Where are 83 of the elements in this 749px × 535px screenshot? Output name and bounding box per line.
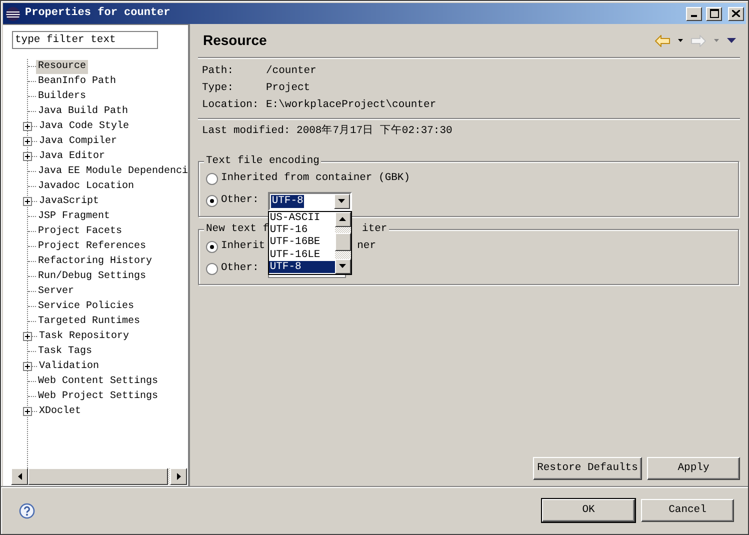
app-logo-icon [5,6,21,22]
last-modified-text: Last modified: 2008年7月17日 下午02:37:30 [201,124,454,139]
tree-item[interactable]: Validation [37,360,102,374]
scroll-left-button[interactable] [11,468,28,485]
radio-label: Inherited from container (GBK) [221,171,410,186]
down-arrow-icon [339,264,346,268]
expand-icon[interactable] [23,407,32,416]
radio-label: Inherit [221,239,266,254]
field-label: Path: [202,64,235,79]
ok-button[interactable]: OK [542,499,635,522]
left-arrow-icon [18,473,22,480]
field-value: E:\workplaceProject\counter [266,98,436,113]
close-button[interactable] [728,6,744,20]
close-icon [732,10,740,17]
dropdown-option[interactable]: UTF-16LE [268,248,335,262]
view-menu-icon[interactable] [727,38,736,43]
tree-item[interactable]: Project Facets [36,224,124,238]
scrollbar-thumb[interactable] [334,232,351,250]
tree-item[interactable]: Builders [36,90,88,104]
filter-field[interactable]: type filter text [12,31,158,49]
expand-icon[interactable] [23,122,32,131]
dropdown-option[interactable]: UTF-16 [268,224,335,236]
help-icon[interactable] [19,502,35,518]
tree-item[interactable]: BeanInfo Path [36,74,118,88]
tree-item[interactable]: Server [36,284,76,298]
maximize-icon [710,9,718,18]
tree-item[interactable]: Javadoc Location [36,180,136,194]
tree-item[interactable]: JSP Fragment [36,210,112,224]
tree-item[interactable]: Resource [36,60,88,74]
expand-icon[interactable] [23,137,32,146]
radio-label: Other: [221,261,259,276]
group-title: iter [362,222,388,236]
group-title: New text f [206,222,270,236]
tree-item[interactable]: Java Compiler [37,134,120,148]
field-value: Project [266,80,310,96]
tree-item[interactable]: XDoclet [37,404,84,418]
field-label: Type: [202,80,235,96]
group-title: Text file encoding [206,154,320,168]
scroll-up-button[interactable] [334,212,351,226]
tree-item[interactable]: Web Content Settings [36,374,160,388]
maximize-button[interactable] [706,6,722,20]
radio-button[interactable] [206,241,218,253]
tree-item[interactable]: Project References [36,240,148,254]
up-arrow-icon [339,217,346,221]
field-label: Location: [202,98,260,113]
radio-button[interactable] [206,263,218,275]
window-title: Properties for counter [25,6,170,22]
tree-item[interactable]: Java Editor [37,150,108,164]
radio-label: Other: [221,193,259,208]
radio-label: ner [357,239,376,254]
expand-icon[interactable] [23,332,32,341]
apply-button[interactable]: Apply [647,457,740,480]
tree-item[interactable]: Java EE Module Dependenci [36,164,190,178]
tree-item[interactable]: Run/Debug Settings [36,270,148,284]
dropdown-option[interactable]: UTF-8 [268,261,335,274]
field-value: /counter [266,64,316,79]
tree-item[interactable]: Service Policies [36,300,136,314]
tree-item[interactable]: Web Project Settings [36,390,160,404]
cancel-button[interactable]: Cancel [641,499,734,522]
tree-item[interactable]: Task Tags [36,344,94,358]
expand-icon[interactable] [23,362,32,371]
expand-icon[interactable] [23,197,32,206]
dropdown-option[interactable]: US-ASCII [268,212,335,224]
restore-defaults-button[interactable]: Restore Defaults [533,457,642,480]
right-arrow-icon [176,473,180,480]
tree-item[interactable]: Task Repository [37,330,132,344]
tree-item[interactable]: Targeted Runtimes [36,314,142,328]
radio-button[interactable] [206,195,218,207]
dropdown-option[interactable]: UTF-16BE [268,236,335,249]
scroll-down-button[interactable] [334,258,351,274]
back-arrow-icon[interactable] [655,34,670,46]
dropdown-caret-icon[interactable] [678,39,683,42]
radio-button[interactable] [206,173,218,185]
dropdown-arrow-icon[interactable] [338,199,346,203]
minimize-button[interactable] [686,6,702,20]
minimize-icon [691,15,697,17]
scroll-right-button[interactable] [170,468,187,485]
tree-item[interactable]: Java Code Style [37,120,132,134]
page-title: Resource [203,31,267,50]
expand-icon[interactable] [23,152,32,161]
tree-item[interactable]: Java Build Path [36,104,130,118]
tree-item[interactable]: JavaScript [37,194,102,208]
tree-item[interactable]: Refactoring History [36,254,154,268]
